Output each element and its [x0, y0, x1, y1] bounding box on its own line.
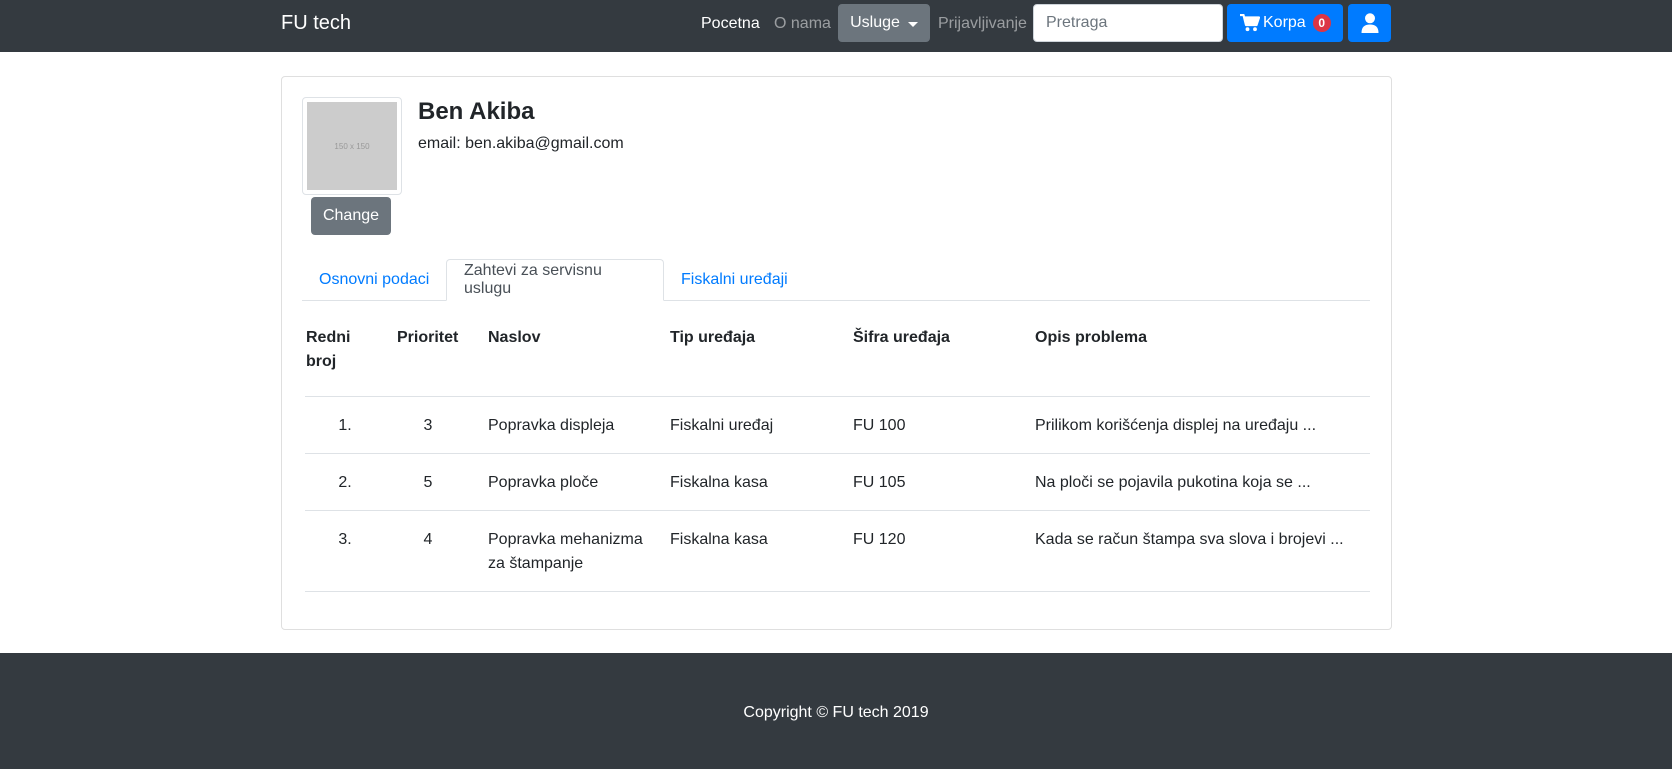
services-label: Usluge: [850, 14, 900, 31]
table-header-description: Opis problema: [1035, 329, 1148, 346]
tab-basic-info[interactable]: Osnovni podaci: [302, 259, 446, 301]
change-avatar-button[interactable]: Change: [311, 197, 391, 235]
table-header-device-code: Šifra uređaja: [853, 329, 950, 346]
cell-description: Na ploči se pojavila pukotina koja se ..…: [1035, 474, 1311, 491]
cell-device-type: Fiskalna kasa: [670, 474, 768, 491]
table-row-divider: [305, 591, 1370, 592]
cell-title: Popravka mehanizma za štampanje: [488, 531, 643, 572]
cell-device-code: FU 120: [853, 531, 906, 548]
nav-link-about[interactable]: O nama: [774, 15, 831, 33]
tab-service-requests[interactable]: Zahtevi za servisnu uslugu: [446, 259, 664, 301]
brand-logo[interactable]: FU tech: [281, 12, 351, 35]
table-header-priority: Prioritet: [397, 329, 459, 346]
profile-name: Ben Akiba: [418, 98, 535, 125]
top-navbar: FU tech Pocetna O nama Usluge Prijavljiv…: [0, 0, 1672, 52]
table-row-divider: [305, 453, 1370, 454]
cell-index: 3.: [338, 531, 352, 548]
avatar-placeholder-text: 150 x 150: [334, 141, 370, 151]
profile-email: email: ben.akiba@gmail.com: [418, 135, 624, 152]
table-header-device-type: Tip uređaja: [670, 329, 756, 346]
cell-priority: 5: [423, 474, 433, 491]
cell-description: Prilikom korišćenja displej na uređaju .…: [1035, 417, 1317, 434]
copyright-text: Copyright © FU tech 2019: [743, 704, 929, 721]
avatar: 150 x 150: [307, 102, 397, 190]
cart-label: Korpa: [1263, 14, 1306, 31]
cell-index: 1.: [338, 417, 352, 434]
cart-button[interactable]: Korpa 0: [1227, 4, 1343, 42]
cart-count-badge: 0: [1312, 14, 1331, 32]
nav-link-home[interactable]: Pocetna: [701, 15, 760, 33]
avatar-frame: 150 x 150: [302, 97, 402, 195]
table-header-divider: [305, 396, 1370, 397]
table-header-index: Redni broj: [306, 329, 351, 370]
user-account-button[interactable]: [1348, 4, 1391, 42]
cell-title: Popravka ploče: [488, 474, 599, 491]
cell-device-code: FU 105: [853, 474, 906, 491]
search-input[interactable]: [1033, 4, 1223, 42]
user-icon: [1361, 13, 1378, 33]
cell-description: Kada se račun štampa sva slova i brojevi…: [1035, 531, 1344, 548]
cell-device-type: Fiskalna kasa: [670, 531, 768, 548]
cell-priority: 4: [423, 531, 433, 548]
cell-title: Popravka displeja: [488, 417, 615, 434]
cell-device-code: FU 100: [853, 417, 906, 434]
table-header-title: Naslov: [488, 329, 541, 346]
cell-index: 2.: [338, 474, 352, 491]
tab-fiscal-devices[interactable]: Fiskalni uređaji: [664, 259, 805, 301]
services-dropdown-button[interactable]: Usluge: [838, 4, 930, 42]
table-row-divider: [305, 510, 1370, 511]
shopping-cart-icon: [1240, 14, 1260, 32]
caret-down-icon: [907, 21, 918, 27]
cell-device-type: Fiskalni uređaj: [670, 417, 774, 434]
cell-priority: 3: [423, 417, 433, 434]
nav-link-login[interactable]: Prijavljivanje: [938, 15, 1027, 33]
